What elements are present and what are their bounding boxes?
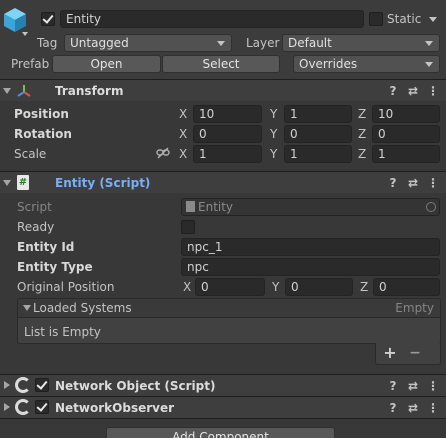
prefab-open-button[interactable]: Open — [52, 55, 161, 73]
menu-icon[interactable]: ⋮ — [426, 379, 440, 393]
presets-icon[interactable]: ⇄ — [406, 84, 420, 98]
transform-axes-icon — [16, 83, 32, 99]
add-component-button[interactable]: Add Component — [106, 427, 335, 438]
foldout-expanded-icon[interactable] — [3, 180, 11, 186]
entity-id-label: Entity Id — [17, 240, 75, 254]
overrides-label: Overrides — [299, 57, 358, 71]
position-z-field[interactable]: 10 — [372, 105, 440, 123]
gameobject-active-checkbox[interactable] — [41, 12, 55, 26]
static-dropdown-arrow-icon[interactable] — [429, 17, 437, 22]
presets-icon[interactable]: ⇄ — [406, 176, 420, 190]
network-object-header[interactable]: Network Object (Script) ? ⇄ ⋮ — [0, 374, 446, 396]
layer-label: Layer — [246, 36, 280, 50]
chevron-down-icon — [425, 41, 433, 46]
object-picker-icon — [426, 202, 436, 212]
presets-icon[interactable]: ⇄ — [406, 401, 420, 415]
tag-dropdown-value: Untagged — [70, 36, 129, 50]
tag-label: Tag — [37, 36, 58, 50]
rotation-z-field[interactable]: 0 — [372, 125, 440, 143]
entity-type-field[interactable]: npc — [181, 258, 440, 276]
rotation-y-field[interactable]: 0 — [284, 125, 352, 143]
original-position-x-field[interactable]: 0 — [195, 278, 265, 296]
transform-header[interactable]: Transform ? ⇄ ⋮ — [0, 79, 446, 101]
foldout-collapsed-icon[interactable] — [4, 381, 10, 389]
position-z-axis-label[interactable]: Z — [358, 107, 366, 121]
transform-title: Transform — [55, 84, 124, 98]
rotation-label: Rotation — [14, 127, 72, 141]
original-position-z-field[interactable]: 0 — [373, 278, 440, 296]
script-object-field: Entity — [181, 198, 440, 216]
scale-z-field[interactable]: 1 — [372, 145, 440, 163]
position-x-field[interactable]: 10 — [193, 105, 262, 123]
network-object-title: Network Object (Script) — [55, 379, 216, 393]
gameobject-cube-icon[interactable] — [2, 6, 34, 38]
position-y-axis-label[interactable]: Y — [270, 107, 277, 121]
scale-label: Scale — [14, 147, 47, 161]
gameobject-name-field[interactable]: Entity — [60, 10, 364, 28]
foldout-collapsed-icon[interactable] — [4, 403, 10, 411]
menu-icon[interactable]: ⋮ — [426, 84, 440, 98]
list-empty-text: List is Empty — [24, 325, 101, 339]
entity-script-header[interactable]: # Entity (Script) ? ⇄ ⋮ — [0, 171, 446, 193]
network-object-icon — [15, 377, 31, 393]
network-observer-icon — [15, 399, 31, 415]
loaded-systems-header[interactable]: Loaded Systems Empty — [17, 298, 441, 318]
scale-y-axis-label[interactable]: Y — [270, 147, 277, 161]
chevron-down-icon — [217, 41, 225, 46]
help-icon[interactable]: ? — [386, 84, 400, 98]
rotation-x-axis-label[interactable]: X — [179, 127, 187, 141]
help-icon[interactable]: ? — [386, 379, 400, 393]
add-element-button[interactable]: + — [383, 344, 397, 362]
layer-dropdown[interactable]: Default — [282, 34, 440, 52]
position-y-field[interactable]: 1 — [284, 105, 352, 123]
menu-icon[interactable]: ⋮ — [426, 401, 440, 415]
menu-icon[interactable]: ⋮ — [426, 176, 440, 190]
static-checkbox[interactable] — [369, 12, 383, 26]
help-icon[interactable]: ? — [386, 401, 400, 415]
prefab-overrides-dropdown[interactable]: Overrides — [293, 55, 440, 73]
chevron-down-icon — [425, 62, 433, 67]
foldout-expanded-icon[interactable] — [23, 305, 31, 311]
scale-x-field[interactable]: 1 — [193, 145, 262, 163]
network-object-enabled-checkbox[interactable] — [35, 378, 49, 392]
foldout-expanded-icon[interactable] — [3, 88, 11, 94]
rotation-y-axis-label[interactable]: Y — [270, 127, 277, 141]
entity-id-field[interactable]: npc_1 — [181, 238, 440, 256]
entity-script-title: Entity (Script) — [55, 176, 151, 190]
scale-x-axis-label[interactable]: X — [179, 147, 187, 161]
original-position-label: Original Position — [17, 280, 115, 294]
loaded-systems-state: Empty — [395, 301, 434, 315]
original-position-x-axis-label[interactable]: X — [183, 280, 191, 294]
presets-icon[interactable]: ⇄ — [406, 379, 420, 393]
scale-y-field[interactable]: 1 — [284, 145, 352, 163]
entity-type-label: Entity Type — [17, 260, 93, 274]
script-value: Entity — [198, 200, 234, 214]
original-position-y-field[interactable]: 0 — [285, 278, 353, 296]
script-file-icon: # — [17, 175, 29, 190]
remove-element-button[interactable]: − — [408, 344, 422, 362]
scale-z-axis-label[interactable]: Z — [358, 147, 366, 161]
prefab-label: Prefab — [11, 57, 50, 71]
ready-label: Ready — [17, 220, 55, 234]
original-position-y-axis-label[interactable]: Y — [272, 280, 279, 294]
static-label: Static — [387, 12, 422, 26]
constrain-proportions-icon[interactable] — [156, 146, 170, 160]
help-icon[interactable]: ? — [386, 176, 400, 190]
network-observer-enabled-checkbox[interactable] — [35, 400, 49, 414]
tag-dropdown[interactable]: Untagged — [64, 34, 232, 52]
script-label: Script — [17, 200, 52, 214]
layer-dropdown-value: Default — [288, 36, 332, 50]
rotation-x-field[interactable]: 0 — [193, 125, 262, 143]
network-observer-header[interactable]: NetworkObserver ? ⇄ ⋮ — [0, 396, 446, 418]
rotation-z-axis-label[interactable]: Z — [358, 127, 366, 141]
bottom-divider — [0, 418, 446, 419]
ready-checkbox[interactable] — [181, 220, 195, 234]
script-small-icon — [186, 201, 195, 212]
position-label: Position — [14, 107, 69, 121]
position-x-axis-label[interactable]: X — [179, 107, 187, 121]
loaded-systems-label: Loaded Systems — [33, 301, 132, 315]
prefab-select-button[interactable]: Select — [162, 55, 280, 73]
original-position-z-axis-label[interactable]: Z — [360, 280, 368, 294]
network-observer-title: NetworkObserver — [55, 401, 175, 415]
